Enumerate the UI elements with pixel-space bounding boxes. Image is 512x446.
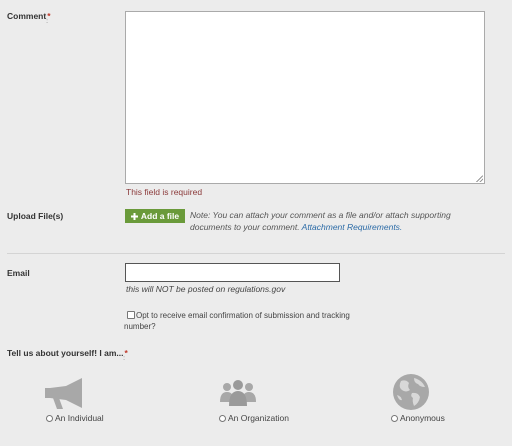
anonymous-radio[interactable]	[391, 415, 398, 422]
comment-label: Comment*	[7, 11, 51, 21]
required-hint-dots: ::	[46, 19, 49, 25]
individual-radio[interactable]	[46, 415, 53, 422]
add-file-label: Add a file	[140, 211, 180, 221]
upload-note: Note: You can attach your comment as a f…	[190, 209, 490, 233]
group-icon	[220, 380, 256, 406]
about-required-marker: *	[124, 348, 128, 358]
email-confirmation-checkbox[interactable]	[127, 311, 135, 319]
resize-handle-icon[interactable]	[476, 175, 483, 182]
email-confirmation-label: Opt to receive email confirmation of sub…	[124, 311, 350, 331]
individual-label: An Individual	[55, 413, 104, 423]
megaphone-icon	[45, 378, 82, 409]
anonymous-label: Anonymous	[400, 413, 445, 423]
about-label-text: Tell us about yourself! I am...	[7, 348, 124, 358]
organization-radio[interactable]	[219, 415, 226, 422]
comment-textarea[interactable]	[125, 11, 485, 184]
about-label: Tell us about yourself! I am...*	[7, 348, 128, 358]
add-file-button[interactable]: Add a file	[125, 209, 185, 223]
organization-label: An Organization	[228, 413, 289, 423]
email-input[interactable]	[125, 263, 340, 282]
comment-label-text: Comment	[7, 11, 47, 21]
required-marker: *	[47, 11, 51, 21]
section-divider	[7, 253, 505, 254]
email-label: Email	[7, 268, 30, 278]
comment-error-message: This field is required	[126, 187, 203, 197]
email-privacy-note: this will NOT be posted on regulations.g…	[126, 284, 286, 294]
globe-icon	[393, 374, 429, 410]
plus-icon	[130, 212, 138, 220]
about-required-hint-dots: ::	[123, 356, 126, 362]
upload-label: Upload File(s)	[7, 211, 64, 221]
attachment-requirements-link[interactable]: Attachment Requirements.	[302, 222, 403, 232]
